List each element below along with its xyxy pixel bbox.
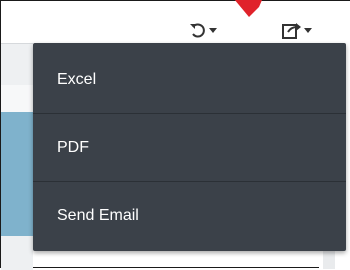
- red-arrow-pointer: [234, 0, 262, 17]
- menu-item-pdf[interactable]: PDF: [33, 115, 346, 181]
- menu-item-label: Send Email: [57, 207, 139, 224]
- menu-item-label: PDF: [57, 139, 89, 156]
- menu-item-excel[interactable]: Excel: [33, 47, 346, 113]
- background-grid: [1, 43, 33, 270]
- export-menu: Excel PDF Send Email: [33, 43, 346, 251]
- selected-grid-row: [1, 112, 33, 236]
- menu-divider: [33, 181, 346, 182]
- chevron-down-icon: [304, 27, 312, 33]
- menu-divider: [33, 113, 346, 114]
- menu-item-send-email[interactable]: Send Email: [33, 183, 346, 249]
- screenshot-frame: Excel PDF Send Email: [0, 0, 350, 270]
- menu-item-label: Excel: [57, 71, 97, 88]
- export-share-icon: [282, 23, 301, 39]
- chevron-down-icon: [209, 27, 217, 33]
- undo-icon: [190, 23, 205, 38]
- export-dropdown-button[interactable]: [282, 19, 312, 41]
- toolbar: [1, 0, 350, 43]
- undo-dropdown-button[interactable]: [189, 19, 217, 41]
